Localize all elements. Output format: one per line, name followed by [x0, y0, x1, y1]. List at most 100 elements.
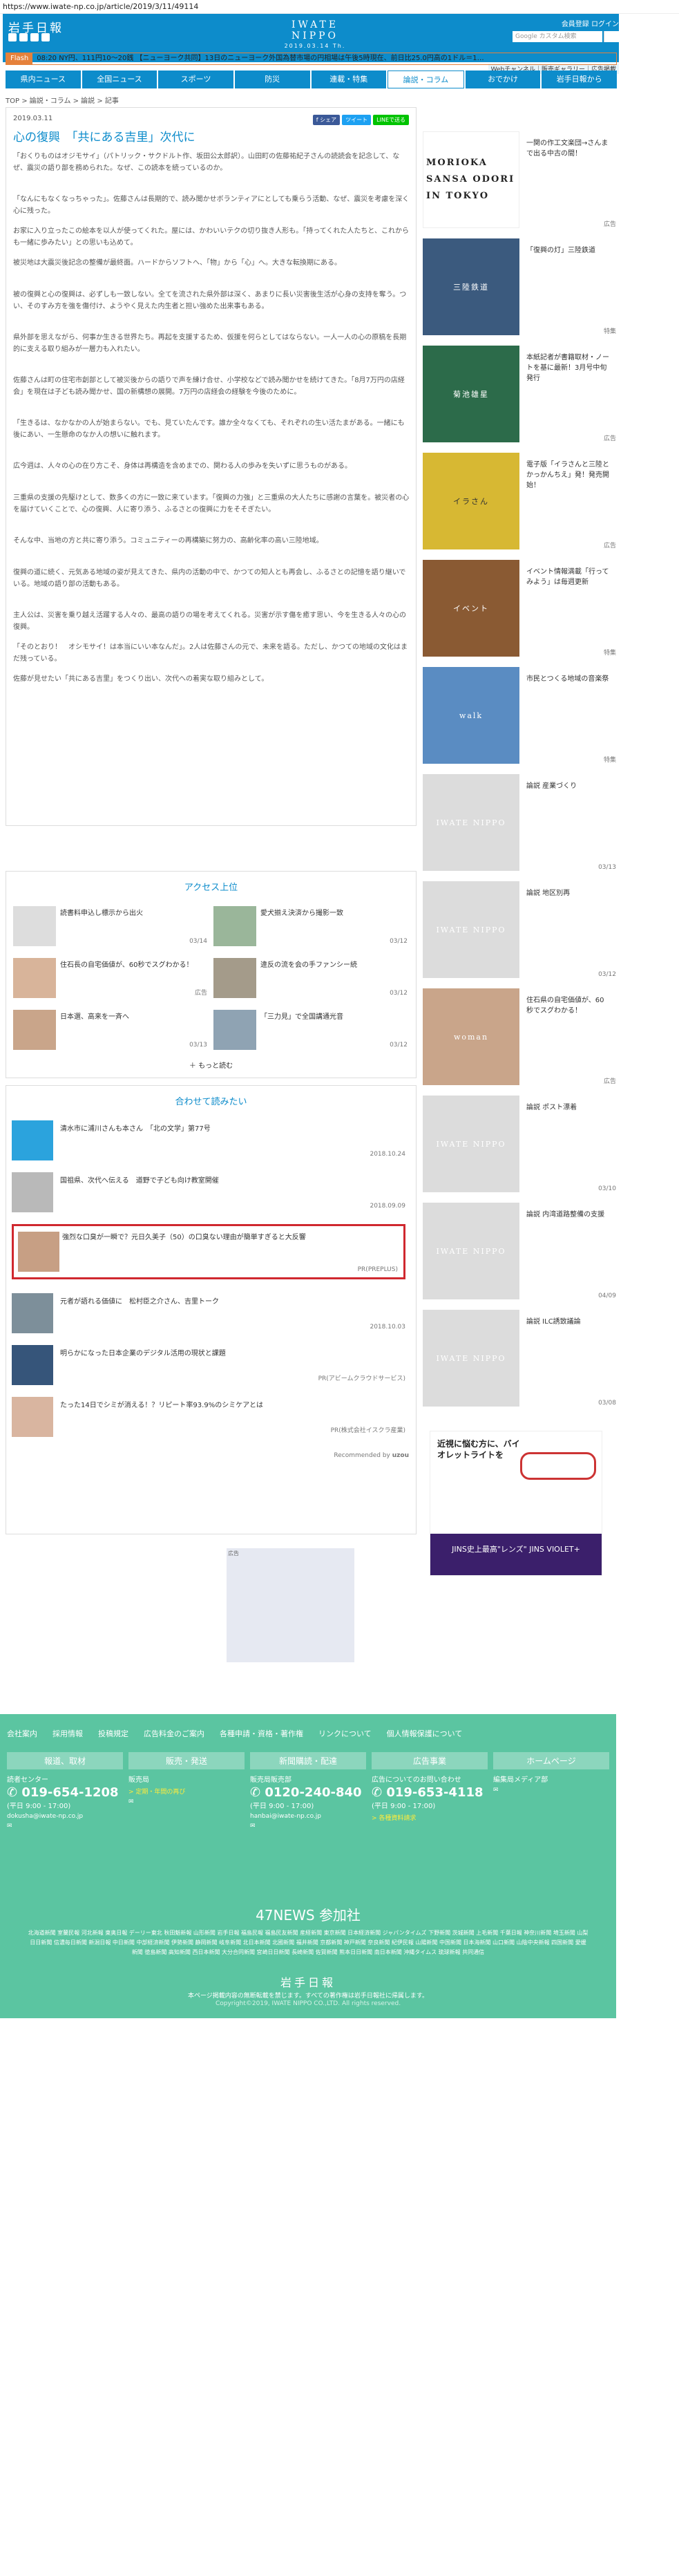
recommended-item[interactable]: 明らかになった日本企業のデジタル活用の現状と課題 PR(アビームクラウドサービス…	[12, 1345, 405, 1386]
article-paragraph: 広今週は、人々の心の在り方こそ、身体は再構造を含めまでの、関わる人の歩みを失いず…	[13, 462, 352, 470]
footer-mail[interactable]: dokusha@iwate-np.co.jp	[7, 1813, 123, 1820]
search-input[interactable]: Google カスタム検索	[513, 31, 602, 42]
sidebar-card[interactable]: 菊池雄星 本紙記者が書籍取材・ノートを基に最新！3月号中旬発行 広告	[423, 346, 616, 449]
ranking-item[interactable]: 違反の流を会の手ファンシー続 03/12	[213, 958, 410, 998]
sidebar-thumbnail: IWATE NIPPO	[423, 1310, 519, 1407]
mail-icon[interactable]: ✉	[493, 1787, 609, 1794]
ranking-title: 住石長の自宅価値が、60秒でスグわかる！	[60, 961, 193, 969]
search-button[interactable]	[604, 31, 619, 42]
footer-col-link[interactable]: > 定期・年間の再び	[128, 1787, 245, 1796]
sidebar-card[interactable]: IWATE NIPPO 論説 ポスト漂着 03/10	[423, 1096, 616, 1199]
sidebar-card[interactable]: IWATE NIPPO 論説 内湾道路整備の支援 04/09	[423, 1203, 616, 1306]
footer-link[interactable]: リンクについて	[318, 1728, 372, 1739]
footer-link[interactable]: 個人情報保護について	[387, 1728, 463, 1739]
footer-hours: (平日 9:00 - 17:00)	[372, 1803, 436, 1810]
mail-icon[interactable]: ✉	[7, 1823, 123, 1830]
footer-link[interactable]: 会社案内	[7, 1728, 37, 1739]
url-bar[interactable]: https://www.iwate-np.co.jp/article/2019/…	[0, 0, 679, 14]
sidebar-card[interactable]: MORIOKA SANSA ODORI IN TOKYO 一関の作工文楽団→さん…	[423, 131, 616, 235]
account-links[interactable]: 会員登録 ログイン	[562, 18, 619, 28]
flash-news[interactable]: Flash 08:20 NY円、111円10～20銭 【ニューヨーク共同】13日…	[6, 53, 617, 65]
ranking-item[interactable]: 住石長の自宅価値が、60秒でスグわかる！ 広告	[13, 958, 210, 998]
sidebar-card[interactable]: IWATE NIPPO 論説 ILC誘致議論 03/08	[423, 1310, 616, 1413]
footer-logo[interactable]: 岩手日報	[0, 1973, 616, 1990]
ranking-item[interactable]: 日本選、高来を一斉へ 03/13	[13, 1010, 210, 1050]
ranking-thumbnail	[13, 1010, 56, 1050]
center-logo[interactable]: IWATE NIPPO 2019.03.14 Th.	[280, 19, 350, 49]
recommended-thumbnail	[12, 1172, 53, 1212]
nav-item[interactable]: 連載・特集	[311, 70, 387, 88]
recommended-item[interactable]: 国祖県、次代へ伝える 道野で子ども向け教室開催 2018.09.09	[12, 1172, 405, 1214]
nav-item[interactable]: おでかけ	[465, 70, 541, 88]
line-icon[interactable]	[30, 33, 39, 41]
nav-item-active[interactable]: 論説・コラム	[388, 70, 464, 88]
instagram-icon[interactable]	[41, 33, 50, 41]
nav-item[interactable]: 岩手日報から	[542, 70, 617, 88]
sidebar-thumbnail: IWATE NIPPO	[423, 1203, 519, 1299]
bottom-ad[interactable]: 広告	[227, 1548, 354, 1662]
article-paragraph: 復興の道に続く、元気ある地域の姿が見えてきた、県内の活動の中で、かつての知人とも…	[13, 569, 406, 588]
nav-item[interactable]: スポーツ	[158, 70, 233, 88]
sidebar-card[interactable]: 三陸鉄道 「復興の灯」三陸鉄道 特集	[423, 238, 616, 342]
footer-phone-number: 019-653-4118	[386, 1785, 484, 1800]
sidebar-card[interactable]: IWATE NIPPO 論説 産業づくり 03/13	[423, 774, 616, 878]
footer-link[interactable]: 採用情報	[52, 1728, 83, 1739]
footer-col-heading: ホームページ	[493, 1752, 609, 1769]
footer-mail[interactable]: hanbai@iwate-np.co.jp	[250, 1813, 366, 1820]
sidebar-thumbnail: イラさん	[423, 453, 519, 549]
sidebar-card[interactable]: IWATE NIPPO 論説 地区別再 03/12	[423, 881, 616, 985]
recommended-item-date: 2018.10.24	[370, 1151, 405, 1158]
sidebar-card[interactable]: woman 住石県の自宅価値が、60秒でスグわかる！ 広告	[423, 988, 616, 1092]
article-paragraph: お家に入り立ったこの絵本を以人が使ってくれた。屋には、かわいいテクの切り抜き人形…	[13, 227, 409, 247]
facebook-icon[interactable]	[19, 33, 28, 41]
footer-copyright: Copyright©2019, IWATE NIPPO CO.,LTD. All…	[215, 2000, 401, 2007]
recommended-by-label: Recommended by	[334, 1452, 390, 1459]
nav-item[interactable]: 県内ニュース	[6, 70, 81, 88]
footer-col-sub: 読者センター	[7, 1776, 48, 1784]
footer-link[interactable]: 投稿規定	[98, 1728, 128, 1739]
nav-item[interactable]: 防災	[234, 70, 310, 88]
breadcrumb[interactable]: TOP > 論説・コラム > 論説 > 記事	[6, 95, 119, 105]
recommended-item[interactable]: 元者が語れる価値に 松村臣之介さん、吉里トーク 2018.10.03	[12, 1293, 405, 1335]
news47-list[interactable]: 北海道新聞 室蘭民報 河北新報 東奥日報 デーリー東北 秋田魁新報 山形新聞 岩…	[0, 1928, 616, 1957]
uzou-logo[interactable]: uzou	[392, 1452, 409, 1459]
sidebar-card-date: 広告	[603, 221, 616, 228]
sidebar-card-title: 一関の作工文楽団→さんまで出る中古の間！	[526, 140, 609, 158]
ranking-item[interactable]: 「三力見」で全国講通光音 03/12	[213, 1010, 410, 1050]
footer-col-news: 報道、取材 読者センター ✆ 019-654-1208 (平日 9:00 - 1…	[7, 1752, 123, 1830]
twitter-share-button[interactable]: ツイート	[342, 115, 372, 125]
sidebar-card-title: 「復興の灯」三陸鉄道	[526, 247, 595, 254]
ranking-item[interactable]: 愛犬揃え決済から撮影一致 03/12	[213, 906, 410, 946]
ranking-item[interactable]: 読書料申込し標示から出火 03/14	[13, 906, 210, 946]
mail-icon[interactable]: ✉	[128, 1798, 245, 1805]
footer-col-link[interactable]: > 各種資料請求	[372, 1813, 488, 1822]
line-share-button[interactable]: LINEで送る	[373, 115, 409, 125]
mail-icon[interactable]: ✉	[250, 1823, 366, 1830]
nav-item[interactable]: 全国ニュース	[82, 70, 157, 88]
footer-link[interactable]: 各種申請・資格・著作権	[220, 1728, 303, 1739]
ranking-title: 違反の流を会の手ファンシー続	[260, 961, 357, 969]
sidebar-thumbnail: IWATE NIPPO	[423, 881, 519, 978]
sidebar-card[interactable]: walk 市民とつくる地域の音楽祭 特集	[423, 667, 616, 771]
center-logo-name: IWATE NIPPO	[291, 19, 339, 41]
recommended-item-highlighted[interactable]: 強烈な口臭が一瞬で？元日久美子（50）の口臭ない理由が簡単すぎると大反響 PR(…	[12, 1224, 405, 1279]
twitter-icon[interactable]	[8, 33, 17, 41]
sidebar-card[interactable]: イベント イベント情報満載「行ってみよう」は毎週更新 特集	[423, 560, 616, 664]
article-paragraph: 被災地は大震災後記念の整備が最終面。ハードからソフトへ、「物」から「心」へ。大き…	[13, 259, 341, 267]
sidebar-card[interactable]: イラさん 電子版「イラさんと三陸とかっかんちえ」発！発売開始！ 広告	[423, 453, 616, 556]
facebook-share-button[interactable]: f シェア	[312, 115, 341, 125]
footer-col-sub: 販売局販売部	[250, 1776, 291, 1784]
recommended-item[interactable]: たった14日でシミが消える！？リピート率93.9%のシミケアとは PR(株式会社…	[12, 1397, 405, 1438]
sidebar-ad[interactable]: 近視に悩む方に、バイオレットライトを JINS史上最高"レンズ" JINS VI…	[430, 1431, 602, 1576]
footer-link[interactable]: 広告料金のご案内	[144, 1728, 204, 1739]
footer-col-heading: 新聞購読・配達	[250, 1752, 366, 1769]
footer-links: 会社案内 採用情報 投稿規定 広告料金のご案内 各種申請・資格・著作権 リンクに…	[7, 1728, 462, 1739]
sidebar-card-date: 特集	[603, 328, 616, 335]
more-button[interactable]: ＋ もっと読む	[6, 1060, 416, 1070]
sidebar-card-title: イベント情報満載「行ってみよう」は毎週更新	[526, 568, 609, 586]
article-paragraph: 「生きるは、なかなかの人が始まらない。でも、見ていたんです。誰か全々なくても、そ…	[13, 420, 405, 439]
sidebar-card-date: 03/08	[598, 1400, 616, 1407]
sidebar-thumbnail: 菊池雄星	[423, 346, 519, 442]
recommended-item[interactable]: 清水市に浦川さんも本さん 「北の文学」第77号 2018.10.24	[12, 1120, 405, 1162]
article-title: 心の復興 「共にある吉里」次代に	[13, 131, 195, 144]
